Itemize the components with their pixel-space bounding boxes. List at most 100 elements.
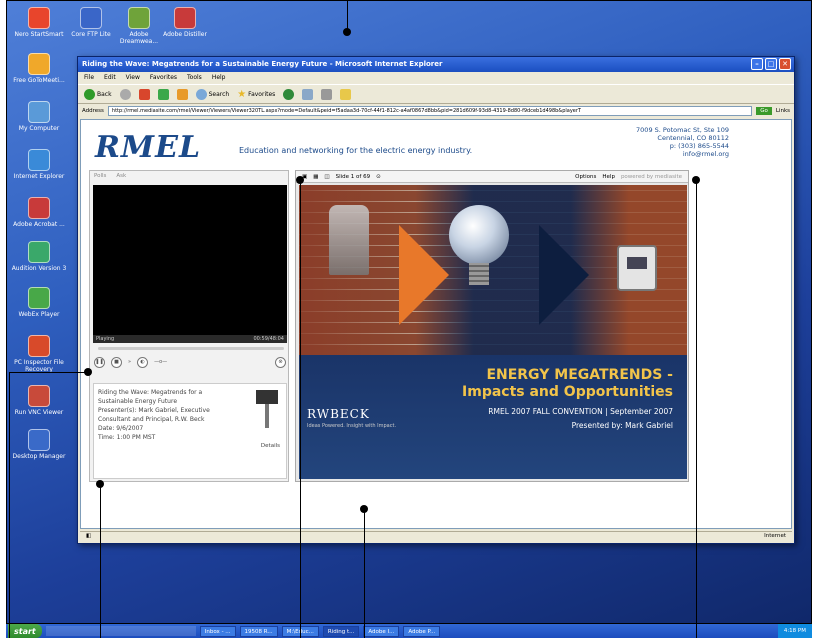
info-time: Time: 1:00 PM MST xyxy=(98,434,156,441)
menu-tools[interactable]: Tools xyxy=(187,74,202,82)
search-button[interactable]: Search xyxy=(195,88,229,100)
arrow-icon xyxy=(539,225,589,325)
slide: RWBECK Ideas Powered. Insight with Impac… xyxy=(299,185,687,479)
contact-email[interactable]: info@rmel.org xyxy=(636,150,729,158)
next-slide-icon[interactable]: ⊙ xyxy=(376,174,381,180)
fullscreen-button[interactable]: ⊗ xyxy=(275,356,286,368)
maximize-button[interactable]: □ xyxy=(765,58,777,70)
desktop-icon-label: Free GoToMeeti... xyxy=(13,77,65,84)
desktop-icon-desktop-manager[interactable]: Desktop Manager xyxy=(11,429,67,460)
folder-button[interactable] xyxy=(340,88,352,100)
presentation-info: Riding the Wave: Megatrends for a Sustai… xyxy=(93,383,287,479)
rmel-contact: 7009 S. Potomac St, Ste 109 Centennial, … xyxy=(636,126,729,158)
home-button[interactable] xyxy=(176,88,188,100)
desktop-icon-label: Core FTP Lite xyxy=(71,31,111,38)
split-view-icon[interactable]: ◫ xyxy=(324,174,329,180)
video-area[interactable] xyxy=(93,185,287,335)
close-button[interactable]: ✕ xyxy=(779,58,791,70)
url-input[interactable]: http://rmel.mediasite.com/rmel/Viewer/Vi… xyxy=(107,106,753,116)
slide-text-area: RWBECK Ideas Powered. Insight with Impac… xyxy=(299,355,687,479)
page-content: RMEL Education and networking for the el… xyxy=(80,119,792,529)
callout-dot xyxy=(84,368,92,376)
menu-edit[interactable]: Edit xyxy=(104,74,116,82)
desktop-icon-label: Adobe Dreamwea... xyxy=(119,31,159,45)
refresh-button[interactable] xyxy=(157,88,169,100)
clock[interactable]: 4:18 PM xyxy=(784,628,806,634)
seek-bar[interactable] xyxy=(98,347,284,350)
favorites-button[interactable]: ★ Favorites xyxy=(237,89,275,100)
pause-button[interactable]: ❚❚ xyxy=(94,356,105,368)
desktop-icon-internet-explorer[interactable]: Internet Explorer xyxy=(11,149,67,180)
vnc-icon xyxy=(28,385,50,407)
help-link[interactable]: Help xyxy=(602,174,615,180)
callout-line xyxy=(300,180,301,638)
player-time: 00:59/48:04 xyxy=(253,336,284,342)
pc-inspector-icon xyxy=(28,335,50,357)
mail-icon xyxy=(302,88,314,100)
taskbar-item[interactable]: Adobe I... xyxy=(363,625,400,637)
history-button[interactable] xyxy=(283,88,295,100)
desktop-icon-vnc[interactable]: Run VNC Viewer xyxy=(11,385,67,416)
meter-face xyxy=(627,257,647,269)
desktop-icon-gotomeeting[interactable]: Free GoToMeeti... xyxy=(11,53,67,84)
taskbar-item-active[interactable]: Riding t... xyxy=(322,625,360,637)
rmel-logo[interactable]: RMEL xyxy=(95,130,201,165)
desktop-icon-acrobat[interactable]: Adobe Acrobat ... xyxy=(11,197,67,228)
menu-favorites[interactable]: Favorites xyxy=(150,74,177,82)
go-button[interactable]: Go xyxy=(756,107,772,115)
slide-presenter: Presented by: Mark Gabriel xyxy=(571,421,673,430)
volume-slider[interactable]: —o— xyxy=(154,359,167,365)
forward-arrow-icon xyxy=(119,88,131,100)
taskbar-item[interactable]: Adobe P... xyxy=(403,625,441,637)
player-status-bar: Playing 00:59/48:04 xyxy=(93,335,287,343)
desktop-icon-nero[interactable]: Nero StartSmart xyxy=(11,7,67,38)
callout-dot xyxy=(692,176,700,184)
links-label[interactable]: Links xyxy=(776,108,790,114)
window-titlebar[interactable]: Riding the Wave: Megatrends for a Sustai… xyxy=(78,57,794,72)
menu-file[interactable]: File xyxy=(84,74,94,82)
desktop-icon-audition[interactable]: Audition Version 3 xyxy=(11,241,67,272)
taskbar: start Inbox - ... 19508 R... M:\Educ... … xyxy=(6,624,812,638)
taskbar-item[interactable]: 19508 R... xyxy=(239,625,278,637)
taskbar-item[interactable]: Inbox - ... xyxy=(199,625,236,637)
tab-polls[interactable]: Polls xyxy=(94,173,106,181)
grid-view-icon[interactable]: ▦ xyxy=(313,174,318,180)
minimize-button[interactable]: – xyxy=(751,58,763,70)
webex-icon xyxy=(28,287,50,309)
slide-title-line1: ENERGY MEGATRENDS - xyxy=(486,367,673,383)
menu-help[interactable]: Help xyxy=(212,74,226,82)
desktop-icon-my-computer[interactable]: My Computer xyxy=(11,101,67,132)
quick-launch[interactable] xyxy=(45,626,196,636)
bulb-base xyxy=(469,263,489,285)
street-lamp-image xyxy=(329,205,369,275)
stop-button[interactable] xyxy=(138,88,150,100)
print-button[interactable] xyxy=(321,88,333,100)
back-arrow-icon xyxy=(84,88,95,100)
details-link[interactable]: Details xyxy=(261,442,280,451)
toolbar: Back Search ★ Favorites xyxy=(78,84,794,104)
nero-icon xyxy=(28,7,50,29)
ie-window: Riding the Wave: Megatrends for a Sustai… xyxy=(77,56,795,544)
menu-view[interactable]: View xyxy=(126,74,140,82)
speaker-thumbnail xyxy=(256,390,278,430)
folder-icon xyxy=(340,88,352,100)
history-icon xyxy=(283,88,295,100)
options-menu[interactable]: Options xyxy=(575,174,596,180)
desktop-icon-label: Desktop Manager xyxy=(12,453,66,460)
start-button[interactable]: start xyxy=(8,624,42,638)
address-label: Address xyxy=(82,108,104,114)
desktop-icon-label: Adobe Distiller xyxy=(163,31,207,38)
screenshot-stage: Nero StartSmart Core FTP Lite Adobe Drea… xyxy=(0,0,815,638)
mail-button[interactable] xyxy=(302,88,314,100)
desktop-icon-distiller[interactable]: Adobe Distiller xyxy=(157,7,213,38)
desktop-icon-webex[interactable]: WebEx Player xyxy=(11,287,67,318)
tab-ask[interactable]: Ask xyxy=(116,173,126,181)
stop-button[interactable]: ■ xyxy=(111,356,122,368)
callout-dot xyxy=(343,28,351,36)
back-button[interactable]: Back xyxy=(84,88,112,100)
light-bulb-image xyxy=(449,205,509,265)
forward-button[interactable] xyxy=(119,88,131,100)
desktop-icon-pc-inspector[interactable]: PC Inspector File Recovery xyxy=(11,335,67,373)
volume-button[interactable]: ◐ xyxy=(137,356,149,368)
slow-fast-icon[interactable]: » xyxy=(128,359,131,365)
